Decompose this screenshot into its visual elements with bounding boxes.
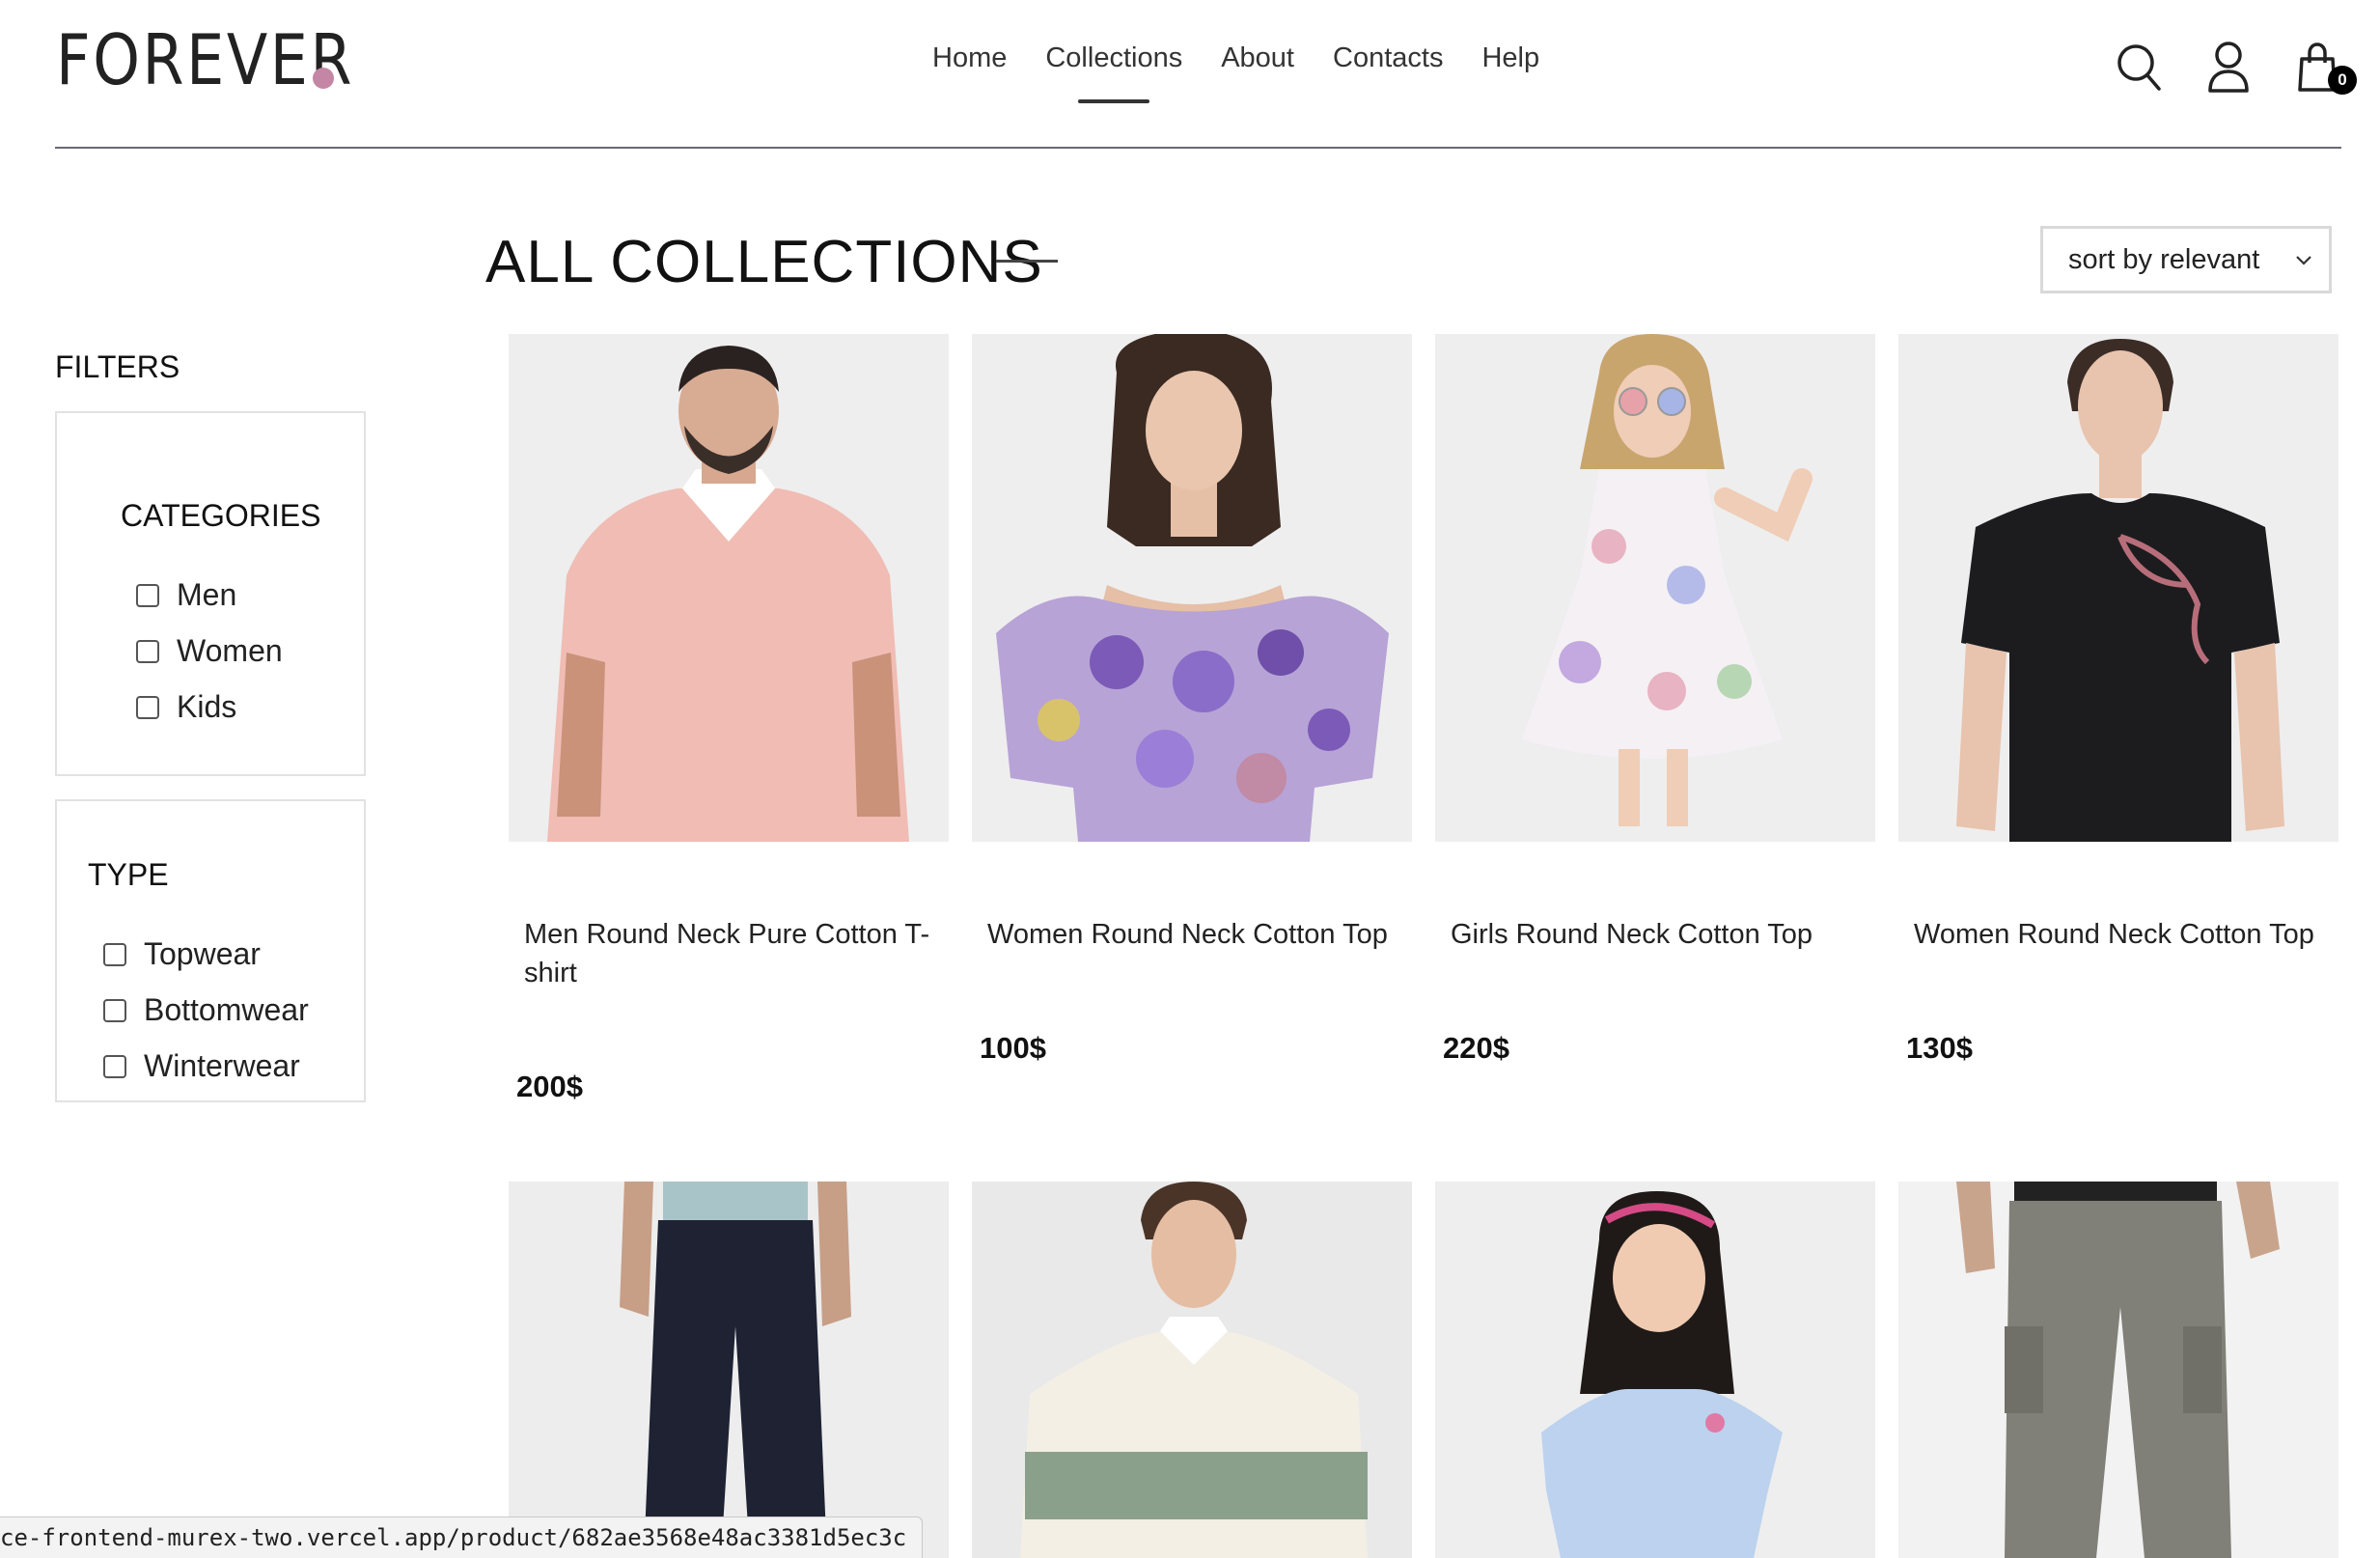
nav-about[interactable]: About <box>1221 42 1294 74</box>
filter-option-kids[interactable]: Kids <box>136 689 236 725</box>
product-name[interactable]: Women Round Neck Cotton Top <box>987 915 1402 954</box>
sort-selected-value: sort by relevant <box>2068 243 2260 275</box>
page-title: ALL COLLECTIONS <box>485 229 1043 295</box>
product-name[interactable]: Men Round Neck Pure Cotton T-shirt <box>524 915 939 992</box>
product-name[interactable]: Women Round Neck Cotton Top <box>1914 915 2329 954</box>
man-striped-rugby-photo[interactable] <box>972 1182 1412 1558</box>
chevron-down-icon <box>2296 256 2311 265</box>
logo-text: FOREVER <box>56 19 355 100</box>
filter-option-label: Winterwear <box>144 1048 300 1083</box>
checkbox[interactable] <box>136 639 159 663</box>
filter-option-men[interactable]: Men <box>136 577 236 613</box>
link-preview-status: ce-frontend-murex-two.vercel.app/product… <box>0 1516 924 1558</box>
filter-option-label: Men <box>177 577 237 612</box>
product-card[interactable]: Women Round Neck Cotton Top 130$ <box>1898 334 2338 1065</box>
product-price: 220$ <box>1443 1031 1509 1065</box>
cart-count-badge: 0 <box>2328 66 2357 95</box>
checkbox[interactable] <box>136 583 159 607</box>
header-divider <box>55 147 2341 149</box>
logo-dot <box>313 68 334 89</box>
product-card[interactable]: Girls Round Neck Cotton Top 220$ <box>1435 334 1875 1065</box>
woman-black-tee-photo[interactable] <box>1898 334 2338 842</box>
filter-option-winterwear[interactable]: Winterwear <box>103 1048 300 1084</box>
product-name[interactable]: Girls Round Neck Cotton Top <box>1451 915 1866 954</box>
main-nav: Home Collections About Contacts Help <box>932 42 1539 103</box>
filter-option-women[interactable]: Women <box>136 633 283 669</box>
brand-logo[interactable]: FOREVER <box>56 19 402 100</box>
filter-option-label: Kids <box>177 689 237 724</box>
cart-icon[interactable]: 0 <box>2293 39 2357 97</box>
product-card[interactable]: Women Round Neck Cotton Top 100$ <box>972 334 1412 1065</box>
title-decoration-line <box>996 260 1058 263</box>
checkbox[interactable] <box>103 998 126 1022</box>
category-filter-panel: CATEGORIES Men Women Kids <box>55 411 366 776</box>
search-icon[interactable] <box>2116 39 2164 97</box>
checkbox[interactable] <box>103 942 126 966</box>
filter-option-bottomwear[interactable]: Bottomwear <box>103 992 309 1028</box>
nav-home[interactable]: Home <box>932 42 1007 74</box>
filters-title[interactable]: FILTERS <box>55 349 180 385</box>
nav-collections[interactable]: Collections <box>1045 42 1182 103</box>
checkbox[interactable] <box>136 695 159 719</box>
type-filter-panel: TYPE Topwear Bottomwear Winterwear <box>55 799 366 1102</box>
categories-heading: CATEGORIES <box>121 498 321 533</box>
man-pink-polo-photo[interactable] <box>509 334 949 842</box>
girl-blue-top-photo[interactable] <box>1435 1182 1875 1558</box>
checkbox[interactable] <box>103 1054 126 1078</box>
product-price: 130$ <box>1906 1031 1973 1065</box>
product-card[interactable] <box>972 1182 1412 1558</box>
man-dark-jeans-photo[interactable] <box>509 1182 949 1558</box>
filter-option-label: Women <box>177 633 283 668</box>
product-price: 200$ <box>516 1070 583 1103</box>
nav-contacts[interactable]: Contacts <box>1333 42 1443 74</box>
profile-icon[interactable] <box>2204 39 2253 97</box>
product-card[interactable] <box>1435 1182 1875 1558</box>
sort-select[interactable]: sort by relevant <box>2040 226 2332 293</box>
type-heading: TYPE <box>88 857 169 892</box>
nav-help[interactable]: Help <box>1481 42 1539 74</box>
filter-option-topwear[interactable]: Topwear <box>103 936 261 972</box>
filter-option-label: Topwear <box>144 936 261 971</box>
woman-floral-top-photo[interactable] <box>972 334 1412 842</box>
product-card[interactable] <box>1898 1182 2338 1558</box>
product-card[interactable]: Men Round Neck Pure Cotton T-shirt 200$ <box>509 334 949 1103</box>
filter-option-label: Bottomwear <box>144 992 309 1027</box>
man-cargo-pants-photo[interactable] <box>1898 1182 2338 1558</box>
girl-floral-dress-photo[interactable] <box>1435 334 1875 842</box>
header-actions: 0 <box>2116 39 2357 97</box>
product-card[interactable] <box>509 1182 949 1558</box>
product-price: 100$ <box>980 1031 1046 1065</box>
